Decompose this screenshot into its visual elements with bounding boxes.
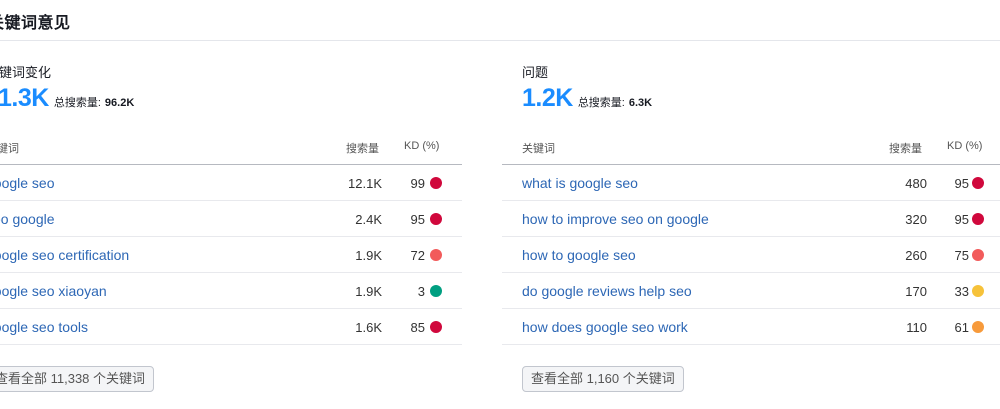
kd-difficulty-dot-icon — [972, 213, 984, 225]
search-volume: 170 — [905, 284, 927, 299]
total-volume-label: 总搜索量: — [53, 97, 101, 109]
keyword-count[interactable]: 11.3K — [0, 84, 49, 113]
search-volume: 1.9K — [355, 284, 382, 299]
kd-value: 3 — [417, 284, 425, 299]
table-row: how to google seo 260 75 — [502, 237, 1000, 273]
column-header-volume[interactable]: 搜索量 — [346, 140, 379, 156]
view-all-keywords-button[interactable]: 查看全部 11,338 个关键词 — [0, 366, 155, 392]
kd-value: 61 — [954, 320, 969, 335]
section-label: 关键词变化 — [0, 65, 52, 80]
keyword-link[interactable]: google seo certification — [0, 247, 129, 263]
total-volume-value: 96.2K — [104, 97, 135, 109]
table-row: how to improve seo on google 320 95 — [502, 201, 1000, 237]
kd-value: 95 — [954, 176, 969, 191]
kd-difficulty-dot-icon — [430, 321, 442, 333]
keyword-link[interactable]: what is google seo — [522, 175, 638, 191]
question-count[interactable]: 1.2K — [522, 84, 573, 113]
table-row: google seo 12.1K 99 — [0, 165, 462, 201]
table-row: google seo tools 1.6K 85 — [0, 309, 462, 345]
question-table: what is google seo 480 95 how to improve se… — [502, 165, 1000, 345]
summary-row: 1.2K 总搜索量: 6.3K — [522, 84, 652, 113]
kd-value: 95 — [410, 212, 425, 227]
keyword-link[interactable]: do google reviews help seo — [522, 283, 692, 299]
table-row: google seo certification 1.9K 72 — [0, 237, 462, 273]
kd-difficulty-dot-icon — [972, 285, 984, 297]
keyword-link[interactable]: how to google seo — [522, 247, 636, 263]
search-volume: 110 — [906, 320, 927, 335]
kd-value: 75 — [954, 248, 969, 263]
search-volume: 12.1K — [348, 176, 382, 191]
kd-difficulty-dot-icon — [430, 177, 442, 189]
widget-title: 关键词意见 — [0, 15, 71, 32]
keyword-link[interactable]: how does google seo work — [522, 319, 688, 335]
search-volume: 320 — [905, 212, 927, 227]
search-volume: 260 — [905, 248, 927, 263]
total-volume-label: 总搜索量: — [577, 97, 625, 109]
table-row: do google reviews help seo 170 33 — [502, 273, 1000, 309]
kd-difficulty-dot-icon — [972, 249, 984, 261]
column-header-keyword: 关键词 — [522, 143, 555, 155]
search-volume: 1.6K — [355, 320, 382, 335]
keyword-link[interactable]: how to improve seo on google — [522, 211, 709, 227]
summary-row: 11.3K 总搜索量: 96.2K — [0, 84, 134, 113]
keyword-link[interactable]: google seo xiaoyan — [0, 283, 107, 299]
search-volume: 480 — [905, 176, 927, 191]
table-row: seo google 2.4K 95 — [0, 201, 462, 237]
column-header-volume[interactable]: 搜索量 — [889, 140, 922, 156]
kd-value: 33 — [954, 284, 969, 299]
column-header-kd[interactable]: KD (%) — [947, 140, 982, 152]
total-volume-value: 6.3K — [628, 97, 653, 109]
kd-difficulty-dot-icon — [430, 285, 442, 297]
column-header-kd[interactable]: KD (%) — [404, 140, 439, 152]
kd-difficulty-dot-icon — [430, 213, 442, 225]
kd-value: 85 — [410, 320, 425, 335]
keyword-link[interactable]: google seo — [0, 175, 55, 191]
keyword-table: google seo 12.1K 99 seo google 2.4K 95 google … — [0, 165, 462, 345]
kd-difficulty-dot-icon — [430, 249, 442, 261]
table-row: how does google seo work 110 61 — [502, 309, 1000, 345]
kd-value: 95 — [954, 212, 969, 227]
table-row: what is google seo 480 95 — [502, 165, 1000, 201]
search-volume: 1.9K — [355, 248, 382, 263]
kd-difficulty-dot-icon — [972, 321, 984, 333]
keyword-link[interactable]: google seo tools — [0, 319, 88, 335]
keyword-link[interactable]: seo google — [0, 211, 55, 227]
kd-value: 72 — [410, 248, 425, 263]
view-all-questions-button[interactable]: 查看全部 1,160 个关键词 — [522, 366, 684, 392]
section-label: 问题 — [522, 65, 549, 80]
kd-value: 99 — [410, 176, 425, 191]
column-header-keyword: 关键词 — [0, 143, 19, 155]
widget-header: 关键词意见 — [0, 0, 1000, 41]
table-row: google seo xiaoyan 1.9K 3 — [0, 273, 462, 309]
search-volume: 2.4K — [355, 212, 382, 227]
kd-difficulty-dot-icon — [972, 177, 984, 189]
